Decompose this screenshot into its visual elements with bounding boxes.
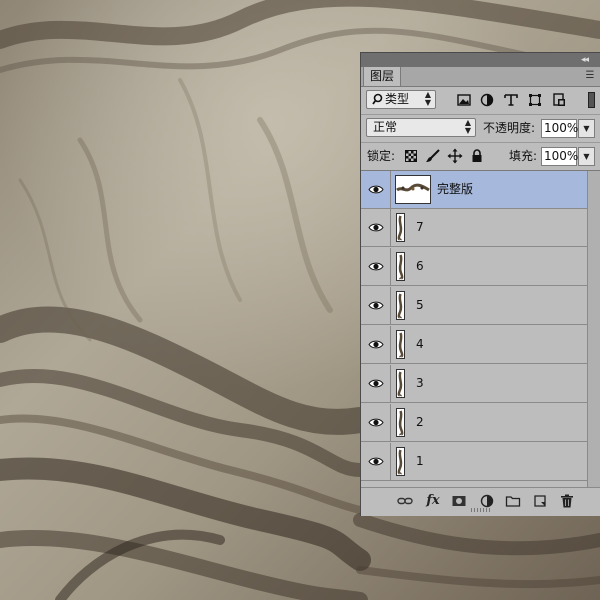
layer-name: 7 [416,220,424,234]
fill-dropdown-button[interactable]: ▼ [578,147,595,166]
fill-input[interactable]: 100% [541,147,578,166]
filter-row: 类型 ▲ ▼ [361,87,600,115]
layer-row[interactable]: 6 [361,248,587,286]
mask-icon[interactable] [451,493,467,509]
updown-arrows-icon: ▲ ▼ [424,90,431,107]
filter-toggle-switch[interactable] [588,92,595,108]
opacity-input[interactable]: 100% [541,119,578,138]
layer-row[interactable]: 4 [361,326,587,364]
layer-thumbnail [396,369,405,398]
tab-layers[interactable]: 图层 [363,67,402,86]
fill-label: 填充: [509,149,538,163]
layer-thumbnail [396,213,405,242]
filter-kind-label: 类型 [385,92,410,106]
layer-row[interactable]: 完整版 [361,171,587,209]
image-filter-icon[interactable] [456,92,472,108]
updown-arrows-icon: ▲ ▼ [464,118,471,135]
layer-thumbnail [396,408,405,437]
adjustment-icon[interactable] [479,493,495,509]
lock-move-icon[interactable] [447,148,463,164]
visibility-eye-icon[interactable] [361,443,391,480]
double-chevron-icon[interactable]: ◂◂ [581,54,589,66]
visibility-eye-icon[interactable] [361,365,391,402]
lock-label: 锁定: [367,149,396,163]
layer-name: 2 [416,415,424,429]
folder-icon[interactable] [505,493,521,509]
trash-icon[interactable] [559,493,575,509]
layer-row[interactable]: 2 [361,404,587,442]
layer-name: 6 [416,259,424,273]
visibility-eye-icon[interactable] [361,209,391,246]
filter-kind-select[interactable]: 类型 ▲ ▼ [366,90,436,109]
adjustment-filter-icon[interactable] [479,92,495,108]
layer-thumbnail [395,175,431,204]
shape-filter-icon[interactable] [527,92,543,108]
layer-thumbnail [396,291,405,320]
search-icon [372,91,384,113]
link-icon[interactable] [397,493,413,509]
layer-name: 3 [416,376,424,390]
opacity-dropdown-button[interactable]: ▼ [578,119,595,138]
layer-name: 1 [416,454,424,468]
panel-menu-icon[interactable]: ☰ [584,70,596,82]
lock-all-icon[interactable] [469,148,485,164]
layer-thumbnail [396,252,405,281]
layers-scrollbar[interactable] [587,171,600,487]
type-filter-icon[interactable] [503,92,519,108]
lock-row: 锁定: 填充: 100% ▼ [361,143,600,171]
smart-object-filter-icon[interactable] [551,92,567,108]
panel-title-bar[interactable]: ◂◂ [361,53,600,68]
lock-brush-icon[interactable] [425,148,441,164]
layers-list: 完整版 7 6 5 4 3 2 1 [361,171,587,487]
layer-thumbnail [396,330,405,359]
visibility-eye-icon[interactable] [361,404,391,441]
new-layer-icon[interactable] [532,493,548,509]
visibility-eye-icon[interactable] [361,326,391,363]
layer-thumbnail [396,447,405,476]
resize-grip[interactable] [471,508,491,512]
layer-row[interactable]: 7 [361,209,587,247]
visibility-eye-icon[interactable] [361,287,391,324]
blend-mode-value: 正常 [373,120,398,134]
layers-bottom-toolbar: fx [361,487,600,514]
layer-row[interactable]: 3 [361,365,587,403]
opacity-label: 不透明度: [483,121,536,135]
layer-name: 4 [416,337,424,351]
layer-row[interactable]: 5 [361,287,587,325]
fx-icon[interactable]: fx [425,493,441,509]
layer-row[interactable]: 1 [361,443,587,481]
blend-mode-select[interactable]: 正常 ▲ ▼ [366,118,476,137]
visibility-eye-icon[interactable] [361,171,391,208]
lock-transparent-icon[interactable] [403,148,419,164]
blend-row: 正常 ▲ ▼ 不透明度: 100% ▼ [361,115,600,143]
layer-name: 5 [416,298,424,312]
layers-panel: ◂◂ 图层 ☰ 类型 ▲ ▼ 正常 ▲ ▼ 不透明度: 100% ▼ 锁定: 填… [360,52,600,516]
panel-tab-row: 图层 ☰ [361,67,600,87]
visibility-eye-icon[interactable] [361,248,391,285]
layer-name: 完整版 [437,182,474,196]
